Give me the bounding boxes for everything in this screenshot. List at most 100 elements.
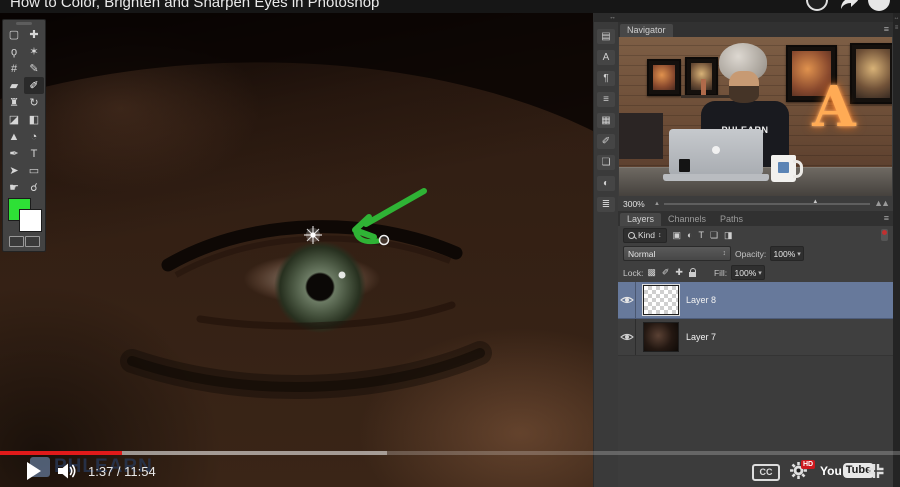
- opacity-value: 100%: [774, 249, 796, 259]
- character-panel-icon[interactable]: A: [597, 50, 615, 65]
- color-swatches: [3, 198, 45, 236]
- captions-button[interactable]: CC: [752, 464, 780, 481]
- navigator-preview[interactable]: A PHLEARN: [619, 37, 892, 196]
- clone-source-panel-icon[interactable]: ▤: [597, 29, 615, 44]
- navigator-zoom-bar: 300% ▲ ▲ ▲▲: [618, 196, 893, 211]
- screen-mode-button[interactable]: [25, 236, 40, 247]
- video-title[interactable]: How to Color, Brighten and Sharpen Eyes …: [10, 0, 379, 11]
- filter-type-layers-icon[interactable]: T: [698, 230, 704, 240]
- zoom-slider[interactable]: ▲: [664, 203, 870, 205]
- properties-panel-icon[interactable]: ≣: [597, 197, 615, 212]
- filter-kind-dropdown[interactable]: Kind ↕: [623, 228, 667, 243]
- tab-channels[interactable]: Channels: [661, 213, 713, 226]
- paragraph-panel-icon[interactable]: ¶: [597, 71, 615, 86]
- more-options-icon[interactable]: [868, 0, 890, 11]
- studio-cabinet: [619, 113, 663, 159]
- tool-rectangular-marquee-icon[interactable]: ▢: [4, 26, 24, 43]
- visibility-eye-icon: [620, 295, 634, 305]
- filter-pixel-layers-icon[interactable]: ▣: [673, 230, 682, 240]
- swatches-panel-icon[interactable]: ▦: [597, 113, 615, 128]
- toolbar-grip[interactable]: [16, 22, 32, 25]
- layer-visibility-cell[interactable]: [618, 319, 636, 355]
- dock-collapse-icon[interactable]: ↔: [594, 13, 618, 22]
- fullscreen-icon: [866, 462, 886, 480]
- tool-dodge-icon[interactable]: ◔: [24, 128, 44, 145]
- tab-layers[interactable]: Layers: [620, 213, 661, 226]
- opacity-dropdown-icon: ▾: [797, 250, 801, 258]
- watch-later-icon[interactable]: [806, 0, 828, 11]
- layer-row-layer-7[interactable]: Layer 7: [618, 319, 893, 356]
- tool-clone-stamp-icon[interactable]: ♜: [4, 94, 24, 111]
- video-player: ▢ ✚ ϙ ✶ # ✎ ▰ ✐ ♜ ↻ ◪ ◧ ▲ ◔ ✒ T ➤ ▭ ☛ ☌: [0, 0, 900, 487]
- tool-shape-icon[interactable]: ▭: [24, 162, 44, 179]
- tool-pen-icon[interactable]: ✒: [4, 145, 24, 162]
- panel-dock: ↔ ▤ A ¶ ≡ ▦ ✐ ❏ ◐ ≣: [593, 13, 618, 487]
- filter-toggle-switch[interactable]: [881, 229, 888, 241]
- layer-thumbnail-transparent[interactable]: [643, 285, 679, 315]
- tool-zoom-icon[interactable]: ☌: [24, 179, 44, 196]
- eye-photo-canvas[interactable]: [0, 13, 593, 487]
- lock-all-icon[interactable]: [689, 272, 696, 277]
- layers-panel-menu-icon[interactable]: ≡: [884, 214, 889, 223]
- settings-button[interactable]: HD: [789, 461, 817, 483]
- zoom-in-mountain-icon[interactable]: ▲▲: [874, 199, 888, 208]
- zoom-out-mountain-icon[interactable]: ▲: [654, 201, 660, 207]
- tool-eraser-icon[interactable]: ◪: [4, 111, 24, 128]
- play-button[interactable]: [27, 462, 41, 480]
- apple-logo-icon: [712, 146, 720, 154]
- filter-smart-objects-icon[interactable]: ◨: [724, 230, 733, 240]
- adjustments-panel-icon[interactable]: ◐: [597, 176, 615, 191]
- fill-value: 100%: [735, 268, 757, 278]
- tool-history-brush-icon[interactable]: ↻: [24, 94, 44, 111]
- quick-mask-button[interactable]: [9, 236, 24, 247]
- navigator-panel-menu-icon[interactable]: ≡: [884, 25, 889, 34]
- fullscreen-button[interactable]: [866, 462, 886, 485]
- fill-value-field[interactable]: 100% ▾: [731, 265, 765, 280]
- lock-transparency-icon[interactable]: ▩: [647, 267, 656, 278]
- volume-button[interactable]: [58, 463, 78, 484]
- layer-name[interactable]: Layer 8: [686, 295, 716, 305]
- tab-navigator[interactable]: Navigator: [620, 24, 673, 37]
- filter-adjustment-layers-icon[interactable]: ◐: [687, 230, 692, 240]
- background-color-swatch[interactable]: [19, 209, 42, 232]
- player-controls: 1:37 / 11:54 CC HD You Tube: [0, 455, 900, 487]
- tool-move-icon[interactable]: ✚: [24, 26, 44, 43]
- video-title-bar: How to Color, Brighten and Sharpen Eyes …: [0, 0, 900, 13]
- presenter-beard: [729, 86, 759, 103]
- opacity-value-field[interactable]: 100% ▾: [770, 246, 804, 261]
- mug-logo: [778, 162, 789, 173]
- lock-pixels-icon[interactable]: ✐: [662, 267, 670, 278]
- tool-hand-icon[interactable]: ☛: [4, 179, 24, 196]
- filter-kind-arrows-icon: ↕: [658, 232, 662, 239]
- layer-thumbnail-photo[interactable]: [643, 322, 679, 352]
- tool-brush-icon[interactable]: ✐: [24, 77, 44, 94]
- lock-position-icon[interactable]: ✚: [675, 267, 683, 278]
- tool-path-selection-icon[interactable]: ➤: [4, 162, 24, 179]
- tool-healing-brush-icon[interactable]: ▰: [4, 77, 24, 94]
- tool-type-icon[interactable]: T: [24, 145, 44, 162]
- time-display: 1:37 / 11:54: [88, 464, 156, 479]
- tab-paths[interactable]: Paths: [713, 213, 750, 226]
- tool-gradient-icon[interactable]: ◧: [24, 111, 44, 128]
- tool-crop-icon[interactable]: #: [4, 60, 24, 77]
- share-icon[interactable]: [838, 0, 860, 11]
- edge-collapse-icon[interactable]: ↔: [893, 13, 900, 23]
- layer-row-layer-8[interactable]: Layer 8: [618, 282, 893, 319]
- lock-icons: ▩ ✐ ✚: [647, 267, 696, 278]
- tool-lasso-icon[interactable]: ϙ: [4, 43, 24, 60]
- shelf-candle: [701, 79, 706, 95]
- filter-shape-layers-icon[interactable]: ❏: [710, 230, 718, 240]
- brush-presets-panel-icon[interactable]: ✐: [597, 134, 615, 149]
- styles-panel-icon[interactable]: ≡: [597, 92, 615, 107]
- zoom-slider-thumb[interactable]: ▲: [812, 199, 818, 205]
- layer-visibility-cell[interactable]: [618, 282, 636, 318]
- tool-quick-selection-icon[interactable]: ✶: [24, 43, 44, 60]
- tool-eyedropper-icon[interactable]: ✎: [24, 60, 44, 77]
- layer-name[interactable]: Layer 7: [686, 332, 716, 342]
- layer-comps-panel-icon[interactable]: ❏: [597, 155, 615, 170]
- laptop-base: [663, 174, 769, 181]
- edge-menu-icon[interactable]: ≡: [893, 23, 900, 33]
- blend-mode-dropdown[interactable]: Normal ↕: [623, 246, 731, 261]
- zoom-level-value[interactable]: 300%: [623, 199, 650, 209]
- tool-blur-icon[interactable]: ▲: [4, 128, 24, 145]
